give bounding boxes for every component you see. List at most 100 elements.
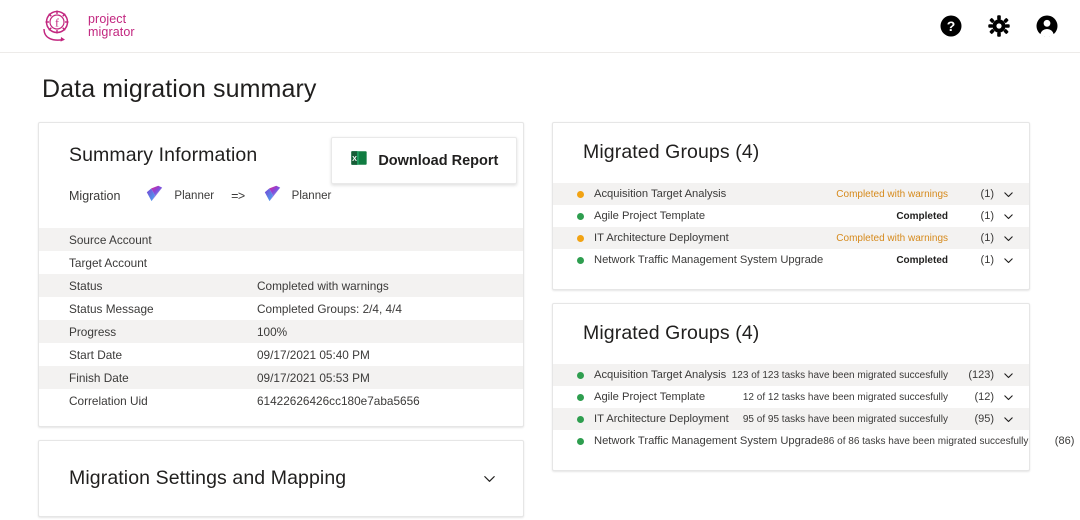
source-app-label: Planner xyxy=(174,190,215,202)
detail-key: Progress xyxy=(69,324,117,339)
status-message: 12 of 12 tasks have been migrated succes… xyxy=(742,391,948,403)
table-row: Status Completed with warnings xyxy=(39,274,523,297)
detail-key: Correlation Uid xyxy=(69,393,148,408)
download-report-label: Download Report xyxy=(378,152,499,169)
chevron-down-icon[interactable] xyxy=(1002,210,1015,223)
detail-value: Completed Groups: 2/4, 4/4 xyxy=(257,301,402,316)
chevron-down-icon[interactable] xyxy=(482,471,497,486)
group-name: Acquisition Target Analysis xyxy=(594,188,727,200)
header-actions: ? xyxy=(940,15,1058,37)
status-dot-icon xyxy=(577,190,584,198)
summary-header-left: Summary Information Migration Planner =>… xyxy=(69,141,331,208)
summary-detail-table: Source Account Target Account Status Com… xyxy=(39,228,523,412)
list-item[interactable]: Network Traffic Management System Upgrad… xyxy=(553,249,1029,271)
detail-value: 09/17/2021 05:40 PM xyxy=(257,347,370,362)
group-name: Agile Project Template xyxy=(594,210,706,222)
table-row: Progress 100% xyxy=(39,320,523,343)
chevron-down-icon[interactable] xyxy=(1002,254,1015,267)
group-count: (1) xyxy=(980,232,994,244)
list-item[interactable]: Acquisition Target Analysis Completed wi… xyxy=(553,183,1029,205)
list-item[interactable]: Agile Project Template 12 of 12 tasks ha… xyxy=(553,386,1029,408)
group-name: IT Architecture Deployment xyxy=(594,413,729,425)
status-badge: Completed with warnings xyxy=(836,232,948,244)
source-app-chip: Planner xyxy=(144,184,214,208)
planner-icon xyxy=(144,184,165,208)
left-column: Summary Information Migration Planner =>… xyxy=(38,122,524,517)
direction-arrow: => xyxy=(231,189,245,203)
chevron-down-icon[interactable] xyxy=(1002,369,1015,382)
chevron-down-icon[interactable] xyxy=(1002,391,1015,404)
project-migrator-logo-icon: f xyxy=(38,7,82,45)
summary-information-card: Summary Information Migration Planner =>… xyxy=(38,122,524,427)
brand-line-2: migrator xyxy=(88,25,135,39)
chevron-down-icon[interactable] xyxy=(1002,413,1015,426)
migrated-groups-tasks-title: Migrated Groups (4) xyxy=(583,322,760,344)
detail-key: Source Account xyxy=(69,232,152,247)
list-item[interactable]: IT Architecture Deployment 95 of 95 task… xyxy=(553,408,1029,430)
detail-value: Completed with warnings xyxy=(257,278,389,293)
list-item[interactable]: IT Architecture Deployment Completed wit… xyxy=(553,227,1029,249)
detail-key: Target Account xyxy=(69,255,148,270)
excel-icon: X xyxy=(350,149,368,172)
status-badge: Completed with warnings xyxy=(836,188,948,200)
brand-line-1: project xyxy=(88,11,127,26)
migrated-groups-status-list: Acquisition Target Analysis Completed wi… xyxy=(553,183,1029,271)
migrated-groups-status-card: Migrated Groups (4) Acquisition Target A… xyxy=(552,122,1030,290)
group-name: Agile Project Template xyxy=(594,391,706,403)
help-icon[interactable]: ? xyxy=(940,15,962,37)
list-item[interactable]: Acquisition Target Analysis 123 of 123 t… xyxy=(553,364,1029,386)
migrated-groups-status-title: Migrated Groups (4) xyxy=(583,141,760,163)
list-item[interactable]: Agile Project Template Completed (1) xyxy=(553,205,1029,227)
group-name: IT Architecture Deployment xyxy=(594,232,729,244)
detail-key: Status xyxy=(69,278,103,293)
migration-direction-row: Migration Planner => Planner xyxy=(69,184,331,208)
page-title: Data migration summary xyxy=(42,75,317,103)
status-dot-icon xyxy=(577,234,584,242)
migrated-groups-tasks-list: Acquisition Target Analysis 123 of 123 t… xyxy=(553,364,1074,452)
group-count: (123) xyxy=(968,369,994,381)
detail-key: Status Message xyxy=(69,301,154,316)
table-row: Target Account xyxy=(39,251,523,274)
detail-value: 100% xyxy=(257,324,288,339)
list-item[interactable]: Network Traffic Management System Upgrad… xyxy=(553,430,1074,452)
group-count: (1) xyxy=(980,188,994,200)
migration-settings-title: Migration Settings and Mapping xyxy=(69,467,347,489)
group-count: (1) xyxy=(980,210,994,222)
detail-key: Start Date xyxy=(69,347,123,362)
planner-icon xyxy=(262,184,283,208)
status-message: 86 of 86 tasks have been migrated succes… xyxy=(823,435,1029,447)
group-name: Acquisition Target Analysis xyxy=(594,369,727,381)
group-count: (95) xyxy=(974,413,994,425)
settings-gear-icon[interactable] xyxy=(988,15,1010,37)
status-dot-icon xyxy=(577,393,584,401)
migrated-groups-tasks-card: Migrated Groups (4) Acquisition Target A… xyxy=(552,303,1074,471)
chevron-down-icon[interactable] xyxy=(1002,232,1015,245)
group-count: (1) xyxy=(980,254,994,266)
brand-logo[interactable]: f project migrator xyxy=(38,7,135,45)
group-name: Network Traffic Management System Upgrad… xyxy=(594,435,824,447)
table-row: Finish Date 09/17/2021 05:53 PM xyxy=(39,366,523,389)
chevron-down-icon[interactable] xyxy=(1002,188,1015,201)
detail-key: Finish Date xyxy=(69,370,129,385)
migration-label: Migration xyxy=(69,189,121,203)
group-count: (12) xyxy=(974,391,994,403)
svg-text:f: f xyxy=(55,16,59,30)
migration-settings-card[interactable]: Migration Settings and Mapping xyxy=(38,440,524,517)
status-dot-icon xyxy=(577,415,584,423)
summary-title: Summary Information xyxy=(69,144,258,166)
app-header: f project migrator ? xyxy=(0,0,1080,53)
account-icon[interactable] xyxy=(1036,15,1058,37)
table-row: Start Date 09/17/2021 05:40 PM xyxy=(39,343,523,366)
content-columns: Summary Information Migration Planner =>… xyxy=(38,122,1074,517)
status-badge: Completed xyxy=(896,210,948,222)
group-name: Network Traffic Management System Upgrad… xyxy=(594,254,824,266)
status-dot-icon xyxy=(577,212,584,220)
status-dot-icon xyxy=(577,437,584,445)
table-row: Correlation Uid 61422626426cc180e7aba565… xyxy=(39,389,523,412)
download-report-button[interactable]: X Download Report xyxy=(331,137,518,184)
status-dot-icon xyxy=(577,256,584,264)
svg-text:?: ? xyxy=(947,18,956,34)
target-app-label: Planner xyxy=(291,190,332,202)
table-row: Status Message Completed Groups: 2/4, 4/… xyxy=(39,297,523,320)
status-badge: Completed xyxy=(896,254,948,266)
